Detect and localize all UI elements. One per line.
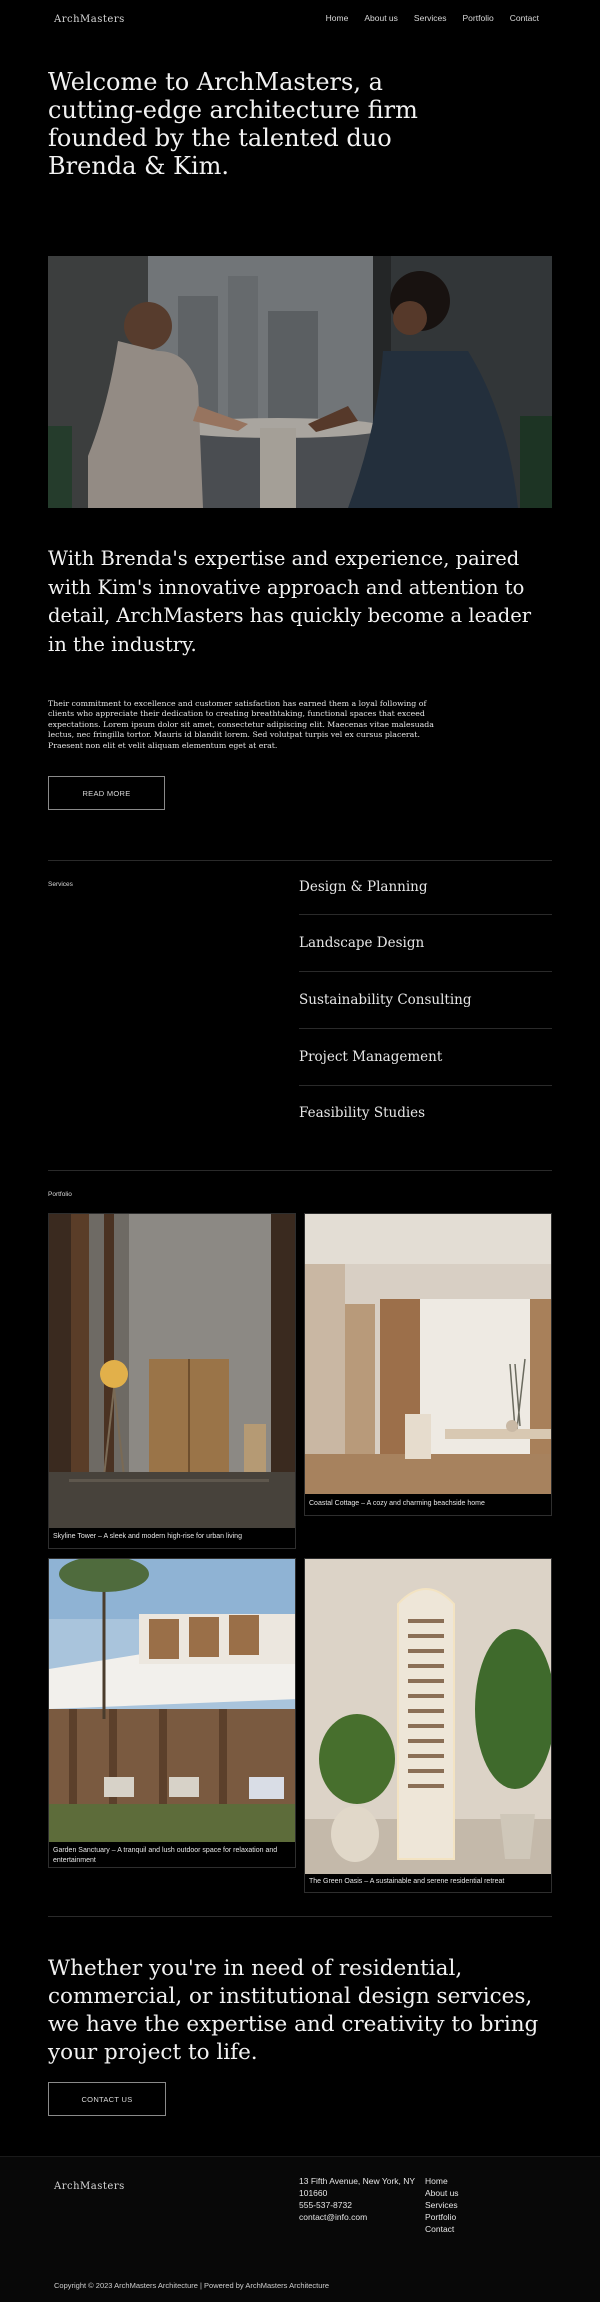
divider (48, 1916, 552, 1917)
nav-contact[interactable]: Contact (510, 13, 539, 23)
portfolio-caption: Coastal Cottage – A cozy and charming be… (309, 1500, 485, 1507)
footer-phone[interactable]: 555-537-8732 (299, 2199, 415, 2211)
portfolio-card-green-oasis[interactable]: The Green Oasis – A sustainable and sere… (304, 1558, 552, 1893)
footer-link-services[interactable]: Services (425, 2199, 459, 2211)
service-feasibility-studies[interactable]: Feasibility Studies (299, 1105, 425, 1121)
footer-zip: 101660 (299, 2188, 328, 2198)
services-label: Services (48, 881, 73, 888)
portfolio-caption: The Green Oasis – A sustainable and sere… (309, 1878, 505, 1885)
portfolio-image (49, 1214, 295, 1528)
hero-title: Welcome to ArchMasters, a cutting-edge a… (48, 68, 418, 180)
nav-portfolio[interactable]: Portfolio (463, 13, 494, 23)
footer-contact: 13 Fifth Avenue, New York, NY 101660 555… (299, 2175, 415, 2223)
about-lead: With Brenda's expertise and experience, … (48, 547, 532, 656)
divider (299, 971, 552, 972)
footer-link-portfolio[interactable]: Portfolio (425, 2211, 459, 2223)
footer: ArchMasters 13 Fifth Avenue, New York, N… (0, 2156, 600, 2302)
divider (48, 860, 552, 861)
cta-text: Whether you're in need of residential, c… (48, 1956, 539, 2065)
portfolio-caption: Garden Sanctuary – A tranquil and lush o… (53, 1847, 278, 1864)
nav-home[interactable]: Home (326, 13, 349, 23)
contact-us-button[interactable]: CONTACT US (48, 2082, 166, 2116)
footer-link-contact[interactable]: Contact (425, 2223, 459, 2235)
footer-link-home[interactable]: Home (425, 2175, 459, 2187)
about-body: Their commitment to excellence and custo… (48, 699, 434, 750)
service-project-management[interactable]: Project Management (299, 1049, 442, 1065)
portfolio-image (305, 1214, 551, 1494)
main-nav: Home About us Services Portfolio Contact (326, 13, 539, 23)
divider (299, 1028, 552, 1029)
nav-services[interactable]: Services (414, 13, 447, 23)
portfolio-label: Portfolio (48, 1191, 72, 1198)
footer-address: 13 Fifth Avenue, New York, NY (299, 2176, 416, 2186)
portfolio-caption: Skyline Tower – A sleek and modern high-… (53, 1533, 242, 1540)
copyright: Copyright © 2023 ArchMasters Architectur… (54, 2281, 330, 2290)
service-sustainability-consulting[interactable]: Sustainability Consulting (299, 992, 472, 1008)
service-landscape-design[interactable]: Landscape Design (299, 935, 424, 951)
portfolio-card-skyline-tower[interactable]: Skyline Tower – A sleek and modern high-… (48, 1213, 296, 1549)
divider (48, 1170, 552, 1171)
divider (299, 1085, 552, 1086)
service-design-planning[interactable]: Design & Planning (299, 879, 428, 895)
footer-link-about[interactable]: About us (425, 2187, 459, 2199)
read-more-button[interactable]: READ MORE (48, 776, 165, 810)
portfolio-image (49, 1559, 295, 1842)
nav-about[interactable]: About us (364, 13, 398, 23)
portfolio-card-garden-sanctuary[interactable]: Garden Sanctuary – A tranquil and lush o… (48, 1558, 296, 1868)
footer-brand[interactable]: ArchMasters (54, 2181, 125, 2192)
footer-links: Home About us Services Portfolio Contact (425, 2175, 459, 2235)
brand-logo[interactable]: ArchMasters (54, 14, 125, 25)
footer-email[interactable]: contact@info.com (299, 2211, 415, 2223)
portfolio-card-coastal-cottage[interactable]: Coastal Cottage – A cozy and charming be… (304, 1213, 552, 1516)
portfolio-image (305, 1559, 551, 1874)
hero-image (48, 256, 552, 508)
divider (299, 914, 552, 915)
